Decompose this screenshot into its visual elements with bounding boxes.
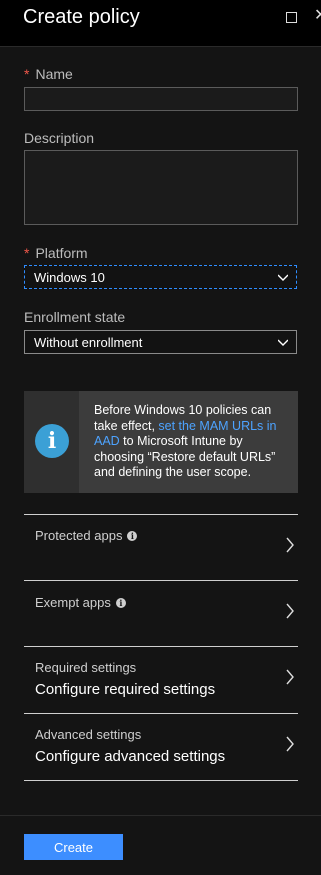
chevron-down-icon <box>278 274 288 281</box>
platform-label: * Platform <box>24 245 88 261</box>
info-icon-column: i <box>24 391 79 493</box>
chevron-right-icon <box>286 736 294 752</box>
chevron-right-icon <box>286 537 294 553</box>
description-textarea[interactable] <box>24 150 298 225</box>
info-text: Before Windows 10 policies can take effe… <box>94 403 277 479</box>
info-banner: i Before Windows 10 policies can take ef… <box>24 391 298 493</box>
chevron-down-icon <box>278 339 288 346</box>
info-icon: i <box>35 424 69 458</box>
info-icon: i <box>115 598 126 608</box>
divider <box>24 780 298 781</box>
section-value: Configure advanced settings <box>35 748 226 765</box>
enrollment-state-label: Enrollment state <box>24 309 126 325</box>
name-input[interactable] <box>24 87 298 111</box>
chevron-right-icon <box>286 669 294 685</box>
name-label: * Name <box>24 66 73 82</box>
section-protected-apps[interactable]: Protected apps i <box>24 514 298 581</box>
chevron-right-icon <box>286 603 294 619</box>
required-marker: * <box>24 245 30 261</box>
platform-select[interactable]: Windows 10 <box>24 265 297 289</box>
close-icon[interactable]: ✕ <box>314 8 321 24</box>
description-label: Description <box>24 130 95 146</box>
section-advanced-settings[interactable]: Advanced settings Configure advanced set… <box>24 713 298 781</box>
section-label: Advanced settings <box>35 727 142 742</box>
blade-header: Create policy ✕ <box>0 0 321 47</box>
platform-selected-value: Windows 10 <box>34 270 105 285</box>
footer-divider <box>0 815 321 816</box>
section-label: Exempt apps i <box>35 595 126 610</box>
section-label: Required settings <box>35 660 137 675</box>
enrollment-selected-value: Without enrollment <box>34 335 143 350</box>
enrollment-state-select[interactable]: Without enrollment <box>24 330 297 354</box>
info-icon: i <box>127 531 138 541</box>
section-value: Configure required settings <box>35 681 216 698</box>
section-label: Protected apps i <box>35 528 138 543</box>
section-exempt-apps[interactable]: Exempt apps i <box>24 580 298 647</box>
maximize-icon[interactable] <box>286 12 297 23</box>
page-title: Create policy <box>23 6 140 28</box>
create-button[interactable]: Create <box>24 834 123 860</box>
required-marker: * <box>24 66 30 82</box>
section-required-settings[interactable]: Required settings Configure required set… <box>24 646 298 714</box>
